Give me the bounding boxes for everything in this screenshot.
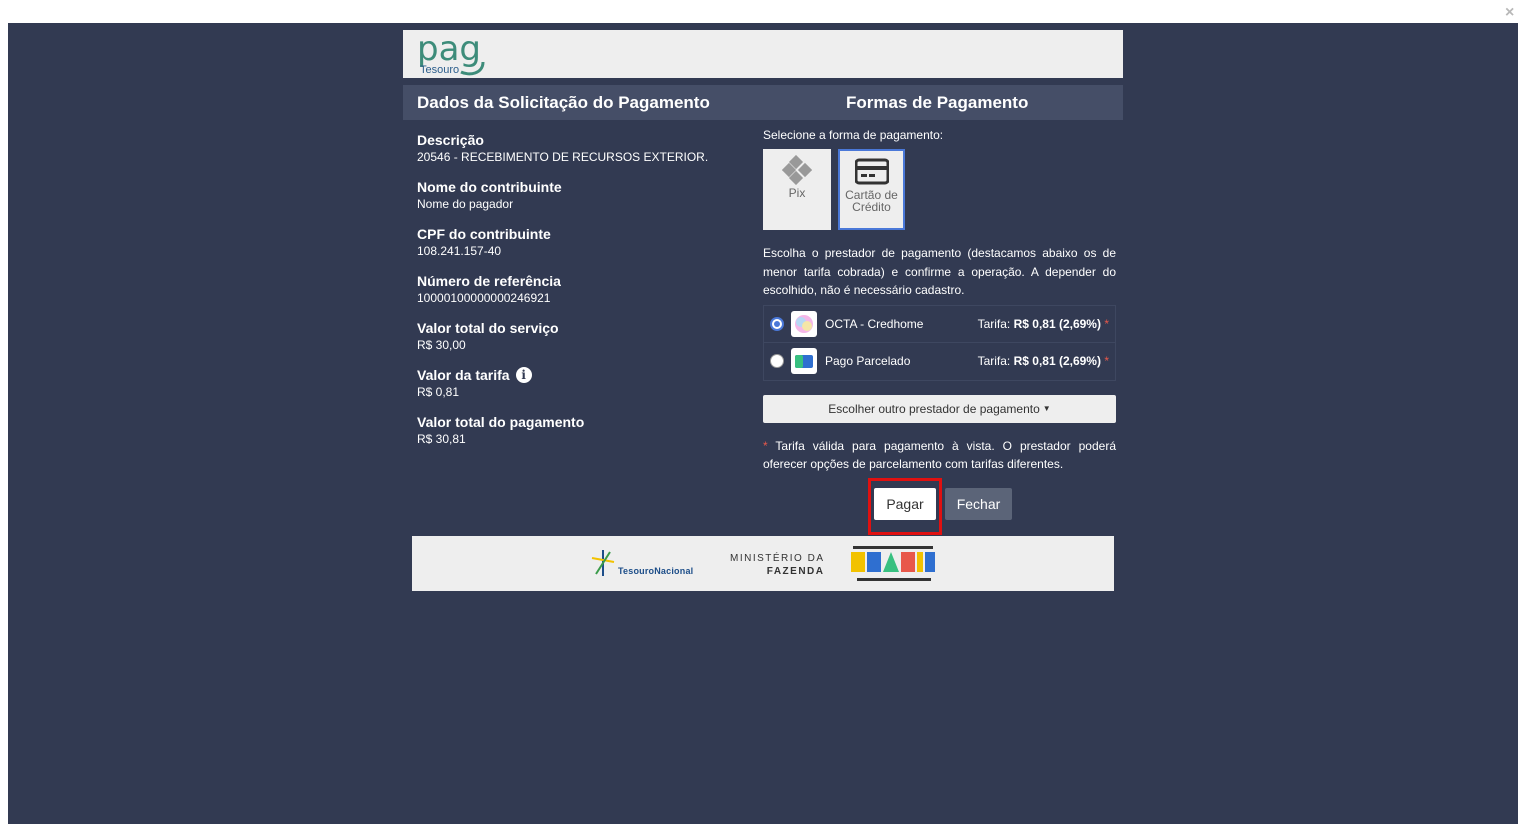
close-overlay-icon[interactable]: × <box>1505 4 1514 22</box>
payment-options: Selecione a forma de pagamento: Pix Cart… <box>763 128 1116 473</box>
method-label: Pix <box>788 186 806 200</box>
tesouro-nacional-text: TesouroNacional <box>618 566 694 576</box>
choose-other-provider-label: Escolher outro prestador de pagamento <box>828 401 1040 416</box>
pay-button[interactable]: Pagar <box>874 488 936 520</box>
method-credit-card[interactable]: Cartão de Crédito <box>838 149 905 230</box>
field-label: CPF do contribuinte <box>417 226 551 242</box>
field-label: Valor total do serviço <box>417 320 559 336</box>
logo-bar: pag Tesouro <box>403 29 1123 81</box>
provider-radio[interactable] <box>770 316 784 331</box>
provider-option-pago-parcelado[interactable]: Pago Parcelado Tarifa: R$ 0,81 (2,69%) * <box>764 343 1115 380</box>
payment-methods-title: Formas de Pagamento <box>846 93 1029 112</box>
action-buttons: Pagar Fechar <box>874 488 1012 520</box>
field-taxpayer-cpf: CPF do contribuinte 108.241.157-40 <box>417 224 747 271</box>
choose-other-provider-button[interactable]: Escolher outro prestador de pagamento ▼ <box>763 394 1116 423</box>
request-data-title: Dados da Solicitação do Pagamento <box>417 93 710 112</box>
caret-down-icon: ▼ <box>1042 404 1051 413</box>
fee-asterisk: * <box>1104 316 1109 331</box>
footer-logos: TesouroNacional MINISTÉRIO DA FAZENDA <box>412 536 1114 591</box>
field-service-total: Valor total do serviço R$ 30,00 <box>417 318 747 365</box>
request-details: Descrição 20546 - RECEBIMENTO DE RECURSO… <box>417 130 747 459</box>
fee-label: Tarifa: <box>977 354 1011 368</box>
info-icon[interactable]: i <box>515 367 532 383</box>
field-label: Nome do contribuinte <box>417 179 562 195</box>
field-label: Descrição <box>417 132 484 148</box>
fee-label: Tarifa: <box>977 316 1011 331</box>
ministerio-line1: MINISTÉRIO DA <box>730 553 825 564</box>
provider-fee: Tarifa: R$ 0,81 (2,69%) * <box>978 317 1109 331</box>
select-method-label: Selecione a forma de pagamento: <box>763 128 944 142</box>
pagtesouro-logo: pag Tesouro <box>417 29 497 81</box>
fee-value: R$ 0,81 (2,69%) <box>1013 354 1101 368</box>
provider-name: OCTA - Credhome <box>825 316 924 331</box>
field-value: 20546 - RECEBIMENTO DE RECURSOS EXTERIOR… <box>417 150 709 164</box>
field-value: Nome do pagador <box>417 197 514 211</box>
field-value: R$ 30,00 <box>417 338 466 352</box>
provider-option-octa[interactable]: OCTA - Credhome Tarifa: R$ 0,81 (2,69%) … <box>764 306 1115 343</box>
logo-sub-text: Tesouro <box>420 64 459 76</box>
tesouro-star-icon <box>591 550 615 576</box>
ministerio-line2: FAZENDA <box>766 566 825 577</box>
payment-methods: Pix Cartão de Crédito <box>763 149 1116 230</box>
field-value: 108.241.157-40 <box>417 244 502 258</box>
ministerio-fazenda-logo: MINISTÉRIO DA FAZENDA <box>730 552 825 578</box>
credit-card-icon <box>854 157 889 188</box>
pix-icon <box>781 154 813 188</box>
section-headers: Dados da Solicitação do Pagamento Formas… <box>403 85 1123 120</box>
method-pix[interactable]: Pix <box>763 149 831 230</box>
close-button[interactable]: Fechar <box>945 488 1012 520</box>
pago-parcelado-logo-icon <box>791 348 817 374</box>
method-label: Cartão de Crédito <box>845 188 898 214</box>
field-reference-number: Número de referência 1000010000000024692… <box>417 271 747 318</box>
provider-list: OCTA - Credhome Tarifa: R$ 0,81 (2,69%) … <box>763 304 1116 381</box>
governo-federal-brasil-logo <box>849 542 939 586</box>
field-payment-total: Valor total do pagamento R$ 30,81 <box>417 412 747 459</box>
tesouro-nacional-logo: TesouroNacional <box>590 548 693 578</box>
provider-radio[interactable] <box>770 354 784 368</box>
field-taxpayer-name: Nome do contribuinte Nome do pagador <box>417 177 747 224</box>
field-label: Número de referência <box>417 273 561 289</box>
field-value: R$ 30,81 <box>417 432 466 446</box>
fee-value: R$ 0,81 (2,69%) <box>1013 316 1101 331</box>
field-value: R$ 0,81 <box>417 385 460 399</box>
provider-instructions: Escolha o prestador de pagamento (destac… <box>763 246 1116 297</box>
field-label: Valor da tarifa <box>417 367 510 383</box>
fee-asterisk: * <box>1104 354 1109 368</box>
payment-modal: pag Tesouro Dados da Solicitação do Paga… <box>403 29 1123 120</box>
field-value: 10000100000000246921 <box>417 291 551 305</box>
provider-name: Pago Parcelado <box>825 354 911 368</box>
fee-note: * Tarifa válida para pagamento à vista. … <box>763 437 1116 473</box>
field-fee: Valor da tarifa i R$ 0,81 <box>417 365 747 412</box>
note-text: Tarifa válida para pagamento à vista. O … <box>763 438 1116 471</box>
field-description: Descrição 20546 - RECEBIMENTO DE RECURSO… <box>417 130 747 177</box>
octa-logo-icon <box>791 310 817 337</box>
provider-fee: Tarifa: R$ 0,81 (2,69%) * <box>978 354 1109 368</box>
field-label-row: Valor da tarifa i <box>417 365 747 385</box>
field-label: Valor total do pagamento <box>417 414 585 430</box>
